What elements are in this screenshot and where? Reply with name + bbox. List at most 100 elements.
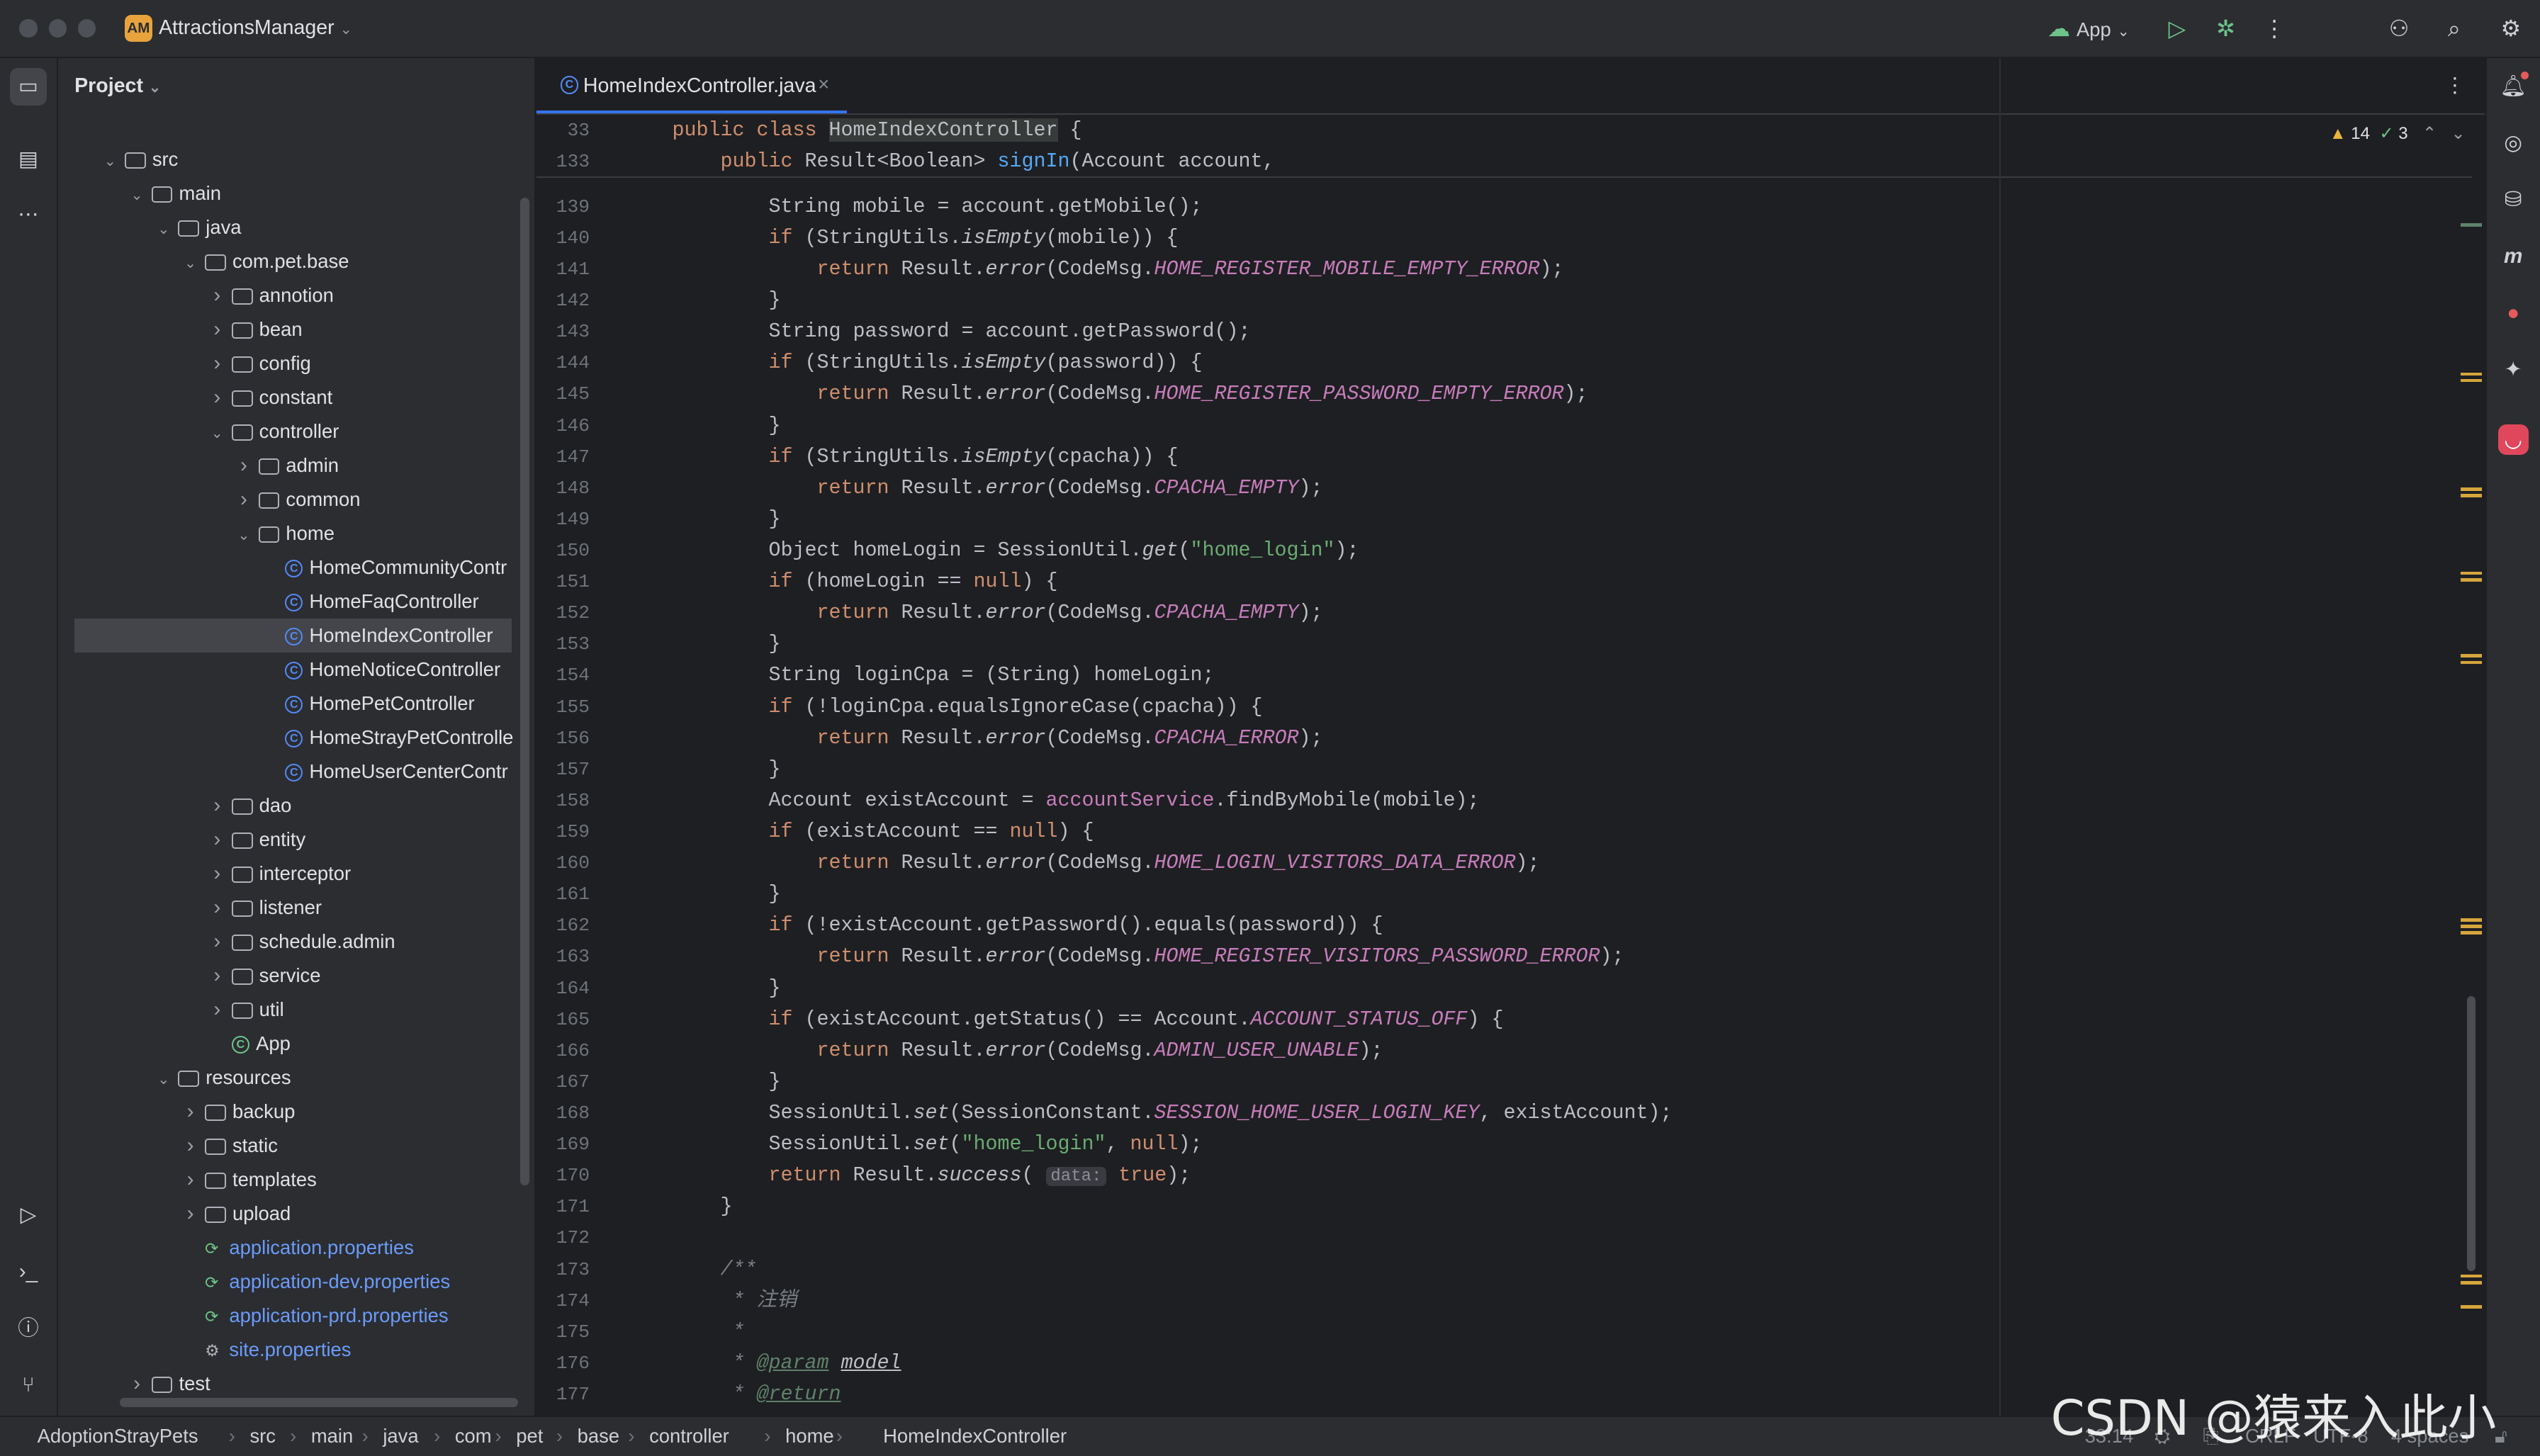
code-line[interactable]: 139 String mobile = account.getMobile(); — [536, 191, 2472, 222]
tree-item[interactable]: ⌄ src — [58, 142, 534, 176]
stripe-marker[interactable] — [2460, 577, 2482, 582]
chevron-right-icon[interactable]: › — [234, 482, 253, 517]
tree-item[interactable]: › upload — [58, 1197, 534, 1231]
more-actions-icon[interactable]: ⋮ — [2258, 13, 2291, 45]
code-line[interactable]: 171 } — [536, 1191, 2472, 1222]
tree-item[interactable]: › entity — [58, 823, 534, 857]
code-line[interactable]: 165 if (existAccount.getStatus() == Acco… — [536, 1004, 2472, 1035]
chevron-right-icon[interactable]: › — [181, 1197, 200, 1231]
run-tool-icon[interactable]: ▷ — [10, 1197, 47, 1234]
editor-scrollbar[interactable] — [2467, 995, 2476, 1272]
stripe-marker[interactable] — [2460, 660, 2482, 665]
panel-title[interactable]: Project ⌄ — [74, 74, 161, 98]
breadcrumb-item[interactable]: home — [785, 1425, 834, 1447]
stripe-marker[interactable] — [2460, 931, 2482, 935]
chevron-down-icon[interactable]: ⌄ — [2451, 124, 2465, 143]
stripe-marker[interactable] — [2460, 378, 2482, 383]
plugin-icon[interactable]: ✦ — [2495, 351, 2532, 389]
code-line[interactable]: 141 return Result.error(CodeMsg.HOME_REG… — [536, 254, 2472, 285]
chevron-right-icon[interactable]: › — [208, 993, 227, 1027]
tree-item[interactable]: › service — [58, 959, 534, 993]
inspection-widget[interactable]: ▲ 14 ✓ 3 ⌃ ⌄ — [2330, 123, 2466, 144]
tree-item[interactable]: ⚙ site.properties — [58, 1333, 534, 1367]
breadcrumb-item[interactable]: java — [383, 1425, 418, 1447]
code-line[interactable]: 168 SessionUtil.set(SessionConstant.SESS… — [536, 1097, 2472, 1129]
stripe-marker[interactable] — [2460, 487, 2482, 491]
chevron-right-icon[interactable]: › — [208, 857, 227, 891]
sticky-header[interactable]: 33 public class HomeIndexController {133 … — [536, 115, 2472, 179]
code-line[interactable]: 151 if (homeLogin == null) { — [536, 566, 2472, 597]
chevron-right-icon[interactable]: › — [208, 380, 227, 414]
code-line[interactable]: 159 if (existAccount == null) { — [536, 816, 2472, 847]
chevron-down-icon[interactable]: ⌄ — [154, 1063, 173, 1097]
stripe-marker[interactable] — [2460, 571, 2482, 575]
tree-item[interactable]: › admin — [58, 448, 534, 482]
tree-item[interactable]: ⌄ resources — [58, 1061, 534, 1095]
code-line[interactable]: 146 } — [536, 410, 2472, 441]
tree-item[interactable]: › annotion — [58, 278, 534, 312]
chevron-right-icon[interactable]: › — [208, 959, 227, 993]
maven-icon[interactable]: m — [2495, 238, 2532, 276]
code-line[interactable]: 155 if (!loginCpa.equalsIgnoreCase(cpach… — [536, 692, 2472, 723]
tree-item[interactable]: › listener — [58, 891, 534, 925]
chevron-right-icon[interactable]: › — [181, 1163, 200, 1197]
chevron-right-icon[interactable]: › — [208, 823, 227, 857]
stripe-marker[interactable] — [2460, 372, 2482, 376]
tree-item[interactable]: ⌄ main — [58, 176, 534, 210]
chevron-down-icon[interactable]: ⌄ — [208, 417, 227, 451]
code-line[interactable]: 144 if (StringUtils.isEmpty(password)) { — [536, 347, 2472, 378]
run-icon[interactable]: ▷ — [2161, 13, 2193, 45]
code-line[interactable]: 157 } — [536, 754, 2472, 785]
code-line[interactable]: 175 * — [536, 1316, 2472, 1348]
chevron-down-icon[interactable]: ⌄ — [101, 145, 120, 179]
code-line[interactable]: 150 Object homeLogin = SessionUtil.get("… — [536, 535, 2472, 566]
code-editor[interactable]: C HomeIndexController.java × ⋮ 33 public … — [536, 58, 2485, 1416]
code-line[interactable]: 161 } — [536, 879, 2472, 910]
breadcrumb-item[interactable]: main — [311, 1425, 353, 1447]
zoom-window-button[interactable] — [77, 19, 96, 38]
tree-item[interactable]: › test — [58, 1367, 534, 1401]
tree-item[interactable]: › schedule.admin — [58, 925, 534, 959]
chevron-right-icon[interactable]: › — [181, 1129, 200, 1163]
code-line[interactable]: 143 String password = account.getPasswor… — [536, 316, 2472, 347]
tree-item[interactable]: ⌄ controller — [58, 414, 534, 448]
breadcrumb-item[interactable]: AdoptionStrayPets — [19, 1425, 198, 1447]
tree-item[interactable]: C App — [58, 1027, 534, 1061]
code-line[interactable]: 158 Account existAccount = accountServic… — [536, 785, 2472, 816]
chevron-right-icon[interactable]: › — [208, 346, 227, 380]
code-line[interactable]: 33 public class HomeIndexController { — [536, 115, 2472, 146]
tree-item[interactable]: C HomeUserCenterContr — [58, 755, 534, 789]
chevron-right-icon[interactable]: › — [208, 891, 227, 925]
minimize-window-button[interactable] — [48, 19, 67, 38]
project-folder-icon[interactable]: ▭ — [9, 67, 47, 106]
code-line[interactable]: 164 } — [536, 973, 2472, 1004]
code-line[interactable]: 170 return Result.success( data: true); — [536, 1160, 2472, 1191]
code-line[interactable]: 176 * @param model — [536, 1348, 2472, 1379]
chevron-right-icon[interactable]: › — [181, 1095, 200, 1129]
tree-item[interactable]: › interceptor — [58, 857, 534, 891]
tree-item[interactable]: C HomeStrayPetControlle — [58, 721, 534, 755]
tree-horizontal-scrollbar[interactable] — [120, 1397, 519, 1408]
tree-item[interactable]: › config — [58, 346, 534, 380]
tree-vertical-scrollbar[interactable] — [519, 197, 530, 1186]
run-config-selector[interactable]: ☁ App ⌄ — [2047, 13, 2138, 45]
code-line[interactable]: 160 return Result.error(CodeMsg.HOME_LOG… — [536, 847, 2472, 879]
tree-item[interactable]: C HomeCommunityContr — [58, 551, 534, 585]
stripe-marker[interactable] — [2460, 918, 2482, 922]
code-line[interactable]: 162 if (!existAccount.getPassword().equa… — [536, 910, 2472, 941]
tree-item[interactable]: ⌄ com.pet.base — [58, 244, 534, 278]
code-line[interactable]: 152 return Result.error(CodeMsg.CPACHA_E… — [536, 597, 2472, 628]
search-icon[interactable]: ⌕ — [2438, 13, 2471, 45]
code-line[interactable]: 154 String loginCpa = (String) homeLogin… — [536, 660, 2472, 691]
close-icon[interactable]: × — [818, 73, 829, 96]
stripe-marker[interactable] — [2460, 494, 2482, 497]
tree-item[interactable]: C HomeFaqController — [58, 585, 534, 619]
code-line[interactable]: 148 return Result.error(CodeMsg.CPACHA_E… — [536, 473, 2472, 504]
terminal-icon[interactable]: ›_ — [10, 1253, 47, 1291]
stripe-marker[interactable] — [2460, 925, 2482, 928]
stripe-marker[interactable] — [2460, 223, 2482, 227]
tree-item[interactable]: ⌄ home — [58, 517, 534, 551]
tree-item[interactable]: C HomePetController — [58, 687, 534, 721]
chevron-down-icon[interactable]: ⌄ — [181, 247, 200, 281]
more-tools-icon[interactable]: ⋯ — [10, 196, 47, 234]
